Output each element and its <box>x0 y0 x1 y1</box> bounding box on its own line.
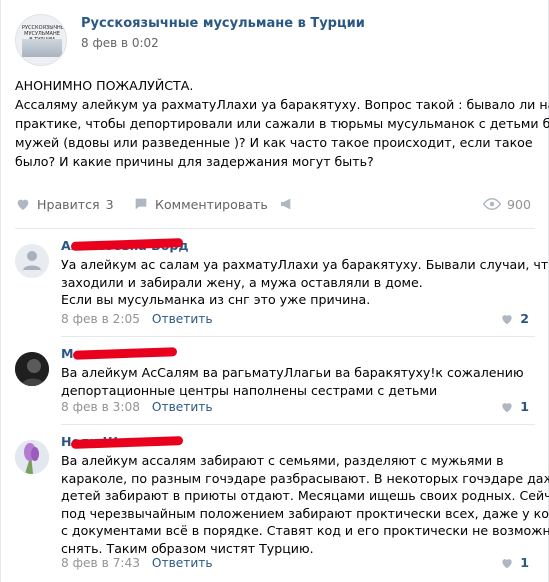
comment-date[interactable]: 8 фев в 2:05 <box>61 312 140 326</box>
comment-text-line: Если вы мусульманка из снг это уже причи… <box>61 292 371 308</box>
post-text-line: Ассаляму алейкум уа рахматуЛлахи уа бара… <box>15 97 549 112</box>
comment-text-line: заходили и забирали жену, а мужа оставля… <box>61 274 423 290</box>
no-photo-icon <box>15 244 49 278</box>
mosque-image <box>22 39 62 57</box>
reply-link[interactable]: Ответить <box>152 312 213 326</box>
comment-icon <box>135 198 147 210</box>
post-text-line: практике, чтобы депортировали или сажали… <box>15 116 549 131</box>
avatar-image <box>15 352 49 386</box>
views-counter: 900 <box>482 196 531 212</box>
comment-meta: 8 фев в 7:43 Ответить <box>61 556 213 570</box>
heart-icon <box>502 402 512 412</box>
reply-link[interactable]: Ответить <box>152 556 213 570</box>
flower-image <box>15 440 49 474</box>
comment-text-line: с документами всё в порядке. Ставят код … <box>61 523 549 539</box>
comment-meta: 8 фев в 2:05 Ответить <box>61 312 213 326</box>
heart-icon <box>17 199 29 210</box>
avatar[interactable] <box>15 440 49 474</box>
post-text-line: АНОНИМНО ПОЖАЛУЙСТА. <box>15 78 194 93</box>
group-avatar[interactable]: РУССКОЯЗЫЧНЫЕ МУСУЛЬМАНЕ В ТУРЦИИ <box>15 14 67 66</box>
post-text-line: было? И какие причины для задержания мог… <box>15 154 374 169</box>
comment-text-line: снять. Таким образом чистят Турцию. <box>61 540 314 556</box>
post-text-line: мужей (вдовы или разведенные )? И как ча… <box>15 135 533 150</box>
views-count: 900 <box>506 196 531 212</box>
comment-text: Уа алейкум ас салам уа рахматуЛлахи уа б… <box>61 256 549 309</box>
eye-icon <box>482 197 501 211</box>
post-text: АНОНИМНО ПОЖАЛУЙСТА. Ассаляму алейкум уа… <box>15 76 549 171</box>
comment-date[interactable]: 8 фев в 7:43 <box>61 556 140 570</box>
comment-text-line: детей забирают в приюты отдают. Месяцами… <box>61 488 549 504</box>
comment-like-button[interactable]: 1 <box>500 399 529 414</box>
post-date[interactable]: 8 фев в 0:02 <box>81 36 159 50</box>
like-count: 3 <box>105 196 114 212</box>
comment-like-button[interactable]: 1 <box>500 555 529 570</box>
group-name-link[interactable]: Русскоязычные мусульмане в Турции <box>81 16 365 31</box>
comment-label: Комментировать <box>155 196 268 212</box>
divider <box>61 424 535 425</box>
comment-button[interactable]: Комментировать <box>133 196 268 212</box>
like-button[interactable]: Нравится 3 <box>15 196 114 212</box>
comment-like-count: 1 <box>520 555 529 570</box>
comment-text-line: караколе, по разным гочэдаре разбрасываю… <box>61 470 549 486</box>
avatar[interactable] <box>15 244 49 278</box>
like-label: Нравится <box>37 196 100 212</box>
post-actions: Нравится 3 Комментировать 900 <box>15 196 535 216</box>
comment-text: Ва алейкум АсСалям ва рагьматуЛлагьи ва … <box>61 364 531 399</box>
reply-link[interactable]: Ответить <box>152 400 213 414</box>
post-header: РУССКОЯЗЫЧНЫЕ МУСУЛЬМАНЕ В ТУРЦИИ Русско… <box>15 14 535 66</box>
comment-text-line: Уа алейкум ас салам уа рахматуЛлахи уа б… <box>61 257 549 272</box>
share-button[interactable] <box>279 196 301 212</box>
avatar[interactable] <box>15 352 49 386</box>
heart-icon <box>502 558 512 568</box>
comment-text-line: депортационные центры наполнены сестрами… <box>61 382 438 398</box>
divider <box>61 336 535 337</box>
post-card: РУССКОЯЗЫЧНЫЕ МУСУЛЬМАНЕ В ТУРЦИИ Русско… <box>0 0 549 582</box>
comment-author[interactable]: М <box>61 346 74 361</box>
comment-like-button[interactable]: 2 <box>500 311 529 326</box>
comment-date[interactable]: 8 фев в 3:08 <box>61 400 140 414</box>
comment-like-count: 1 <box>520 399 529 414</box>
heart-icon <box>502 314 512 324</box>
redaction-mark <box>72 347 178 360</box>
comment-text-line: Ва алейкум АсСалям ва рагьматуЛлагьи ва … <box>61 365 524 380</box>
divider <box>15 228 535 229</box>
comment-text-line: Ва алейкум ассалям забирают с семьями, р… <box>61 453 504 468</box>
comment-like-count: 2 <box>520 311 529 326</box>
comment-text: Ва алейкум ассалям забирают с семьями, р… <box>61 452 549 558</box>
megaphone-icon <box>281 198 291 210</box>
comment-meta: 8 фев в 3:08 Ответить <box>61 400 213 414</box>
comment-text-line: под черезвычайным положением забирают пр… <box>61 505 549 521</box>
